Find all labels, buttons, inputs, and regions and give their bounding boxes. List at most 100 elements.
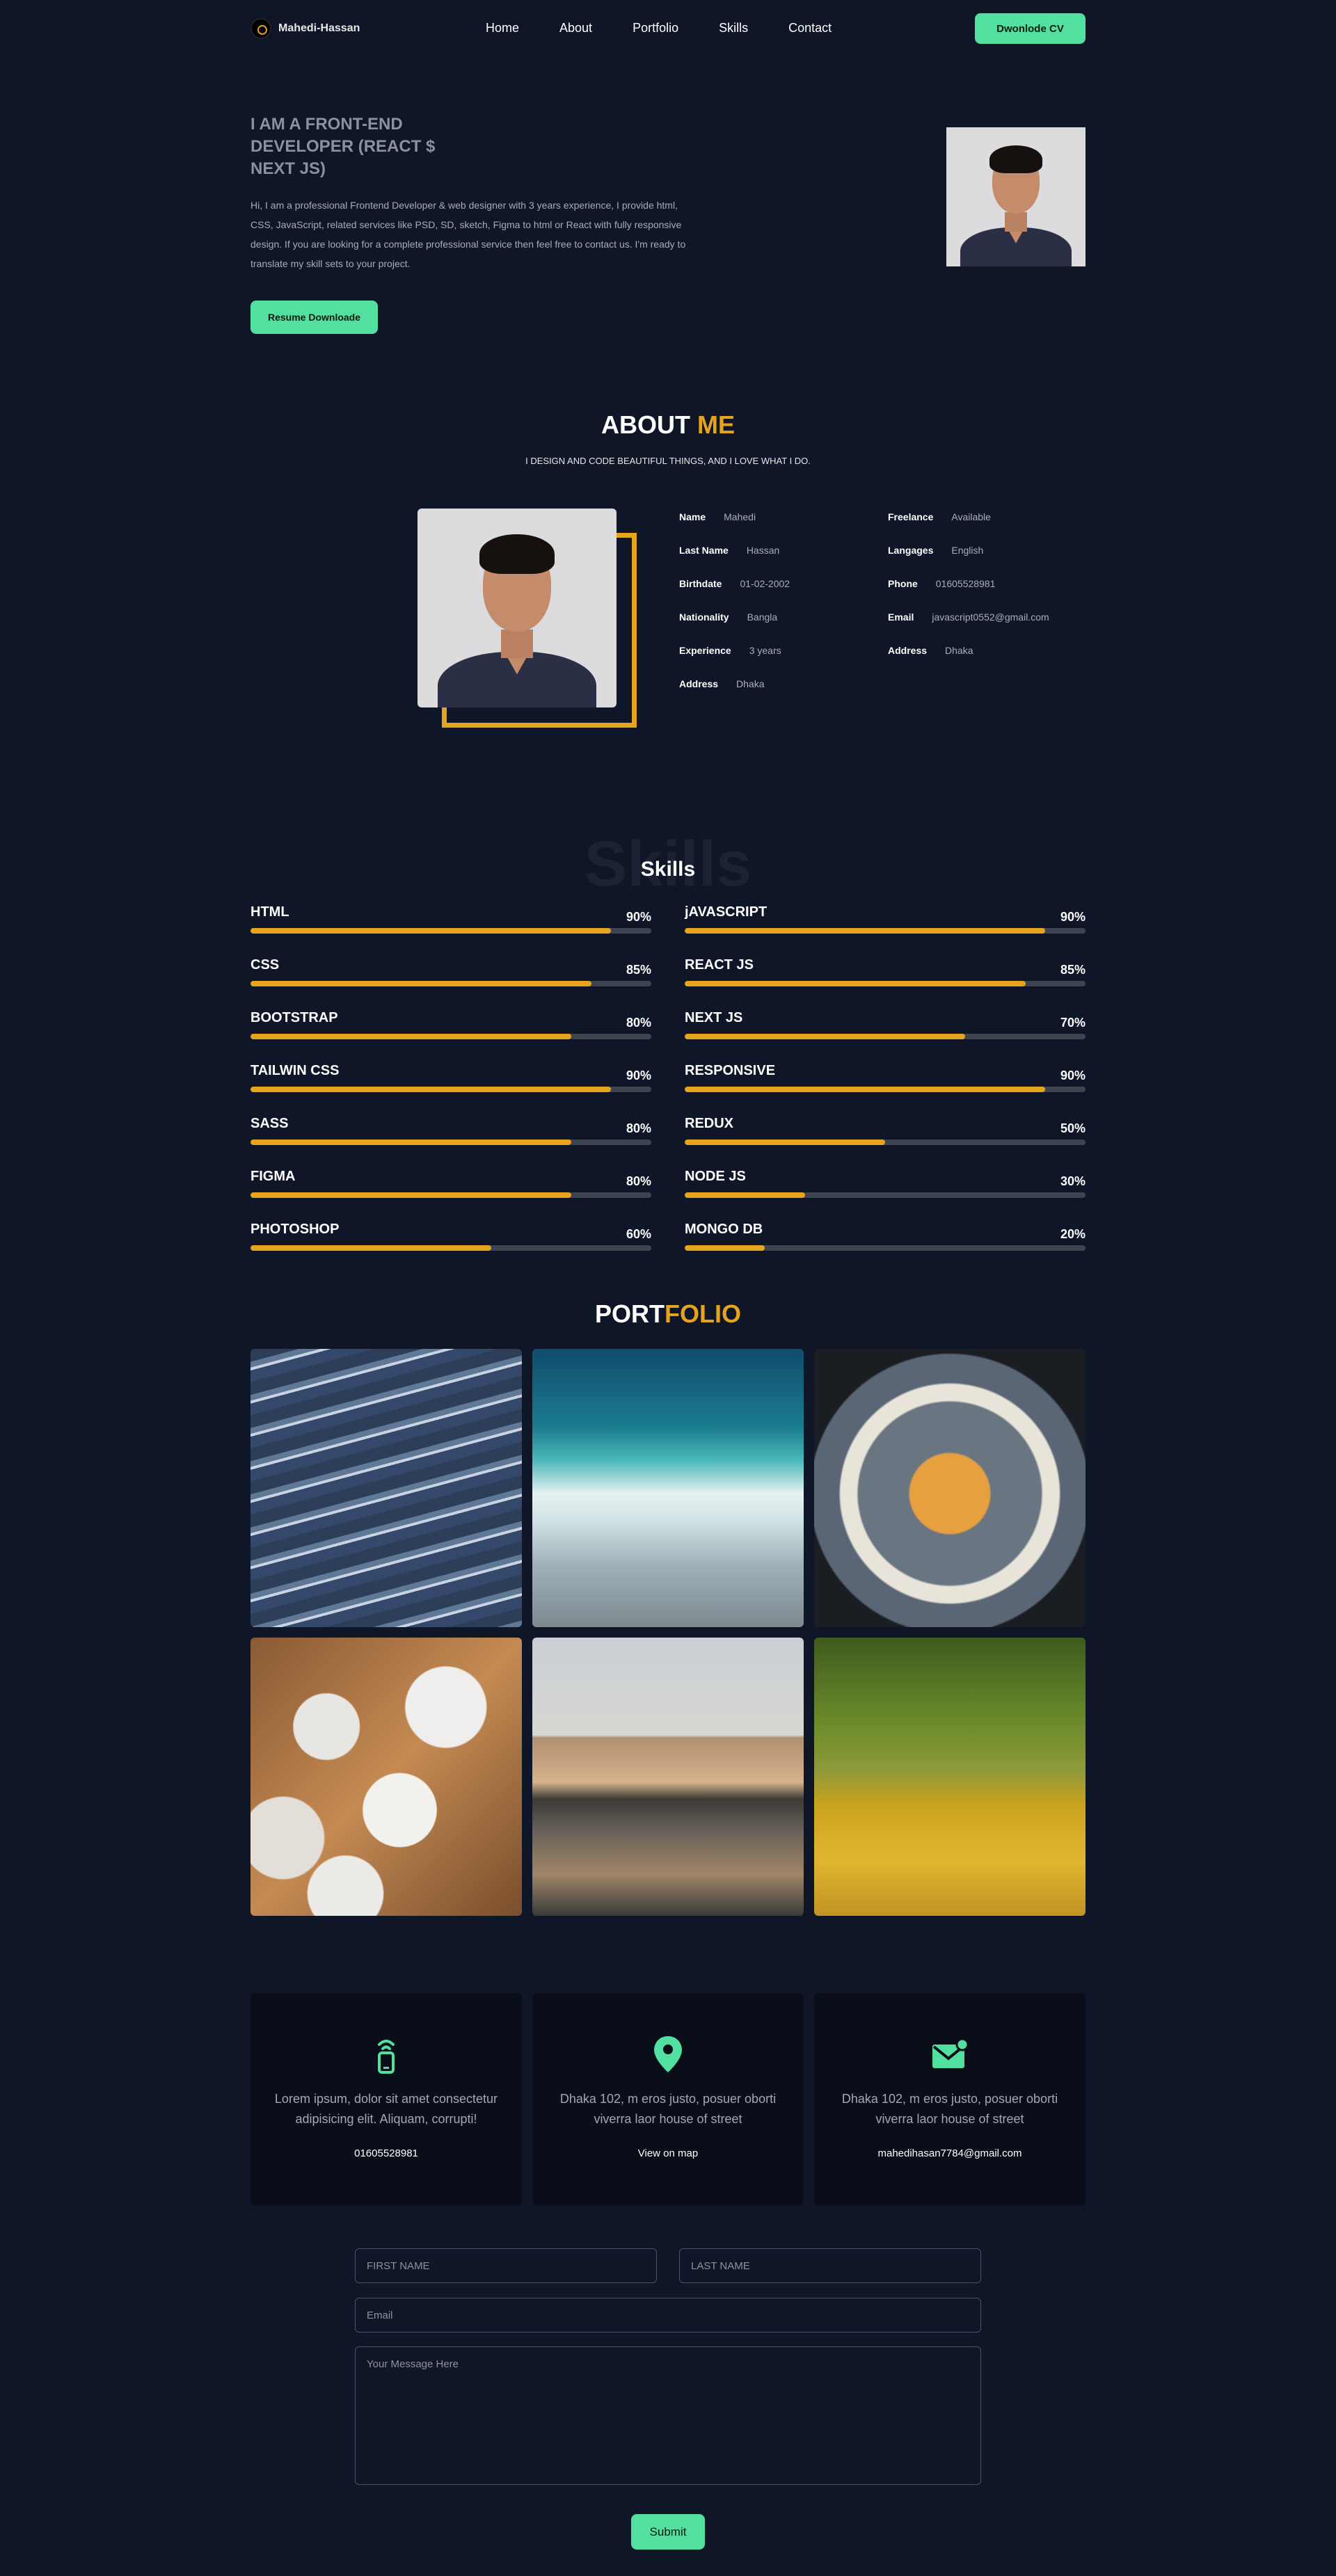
skill-progress-track: [685, 928, 1086, 934]
skill-progress-fill: [685, 1192, 805, 1198]
about-info-value: 3 years: [749, 645, 781, 656]
nav-link-contact[interactable]: Contact: [788, 21, 832, 35]
about-info-row: Email javascript0552@gmail.com: [888, 611, 1049, 623]
nav-link-skills[interactable]: Skills: [719, 21, 748, 35]
skill-item: FIGMA 80%: [250, 1169, 651, 1203]
logo-icon: [250, 18, 271, 39]
skill-percent: 20%: [1060, 1227, 1086, 1241]
about-info-row: Experience 3 years: [679, 645, 781, 656]
mail-icon: [814, 2035, 1086, 2074]
contact-email[interactable]: mahedihasan7784@gmail.com: [814, 2147, 1086, 2159]
skill-progress-fill: [250, 1245, 491, 1251]
portfolio-item-1[interactable]: [250, 1349, 522, 1627]
first-name-input[interactable]: [355, 2248, 657, 2283]
skills-title: Skills: [640, 858, 696, 881]
skill-name: TAILWIN CSS: [250, 1063, 340, 1078]
portfolio-item-4[interactable]: [250, 1638, 522, 1916]
about-info-row: Phone 01605528981: [888, 578, 995, 589]
portfolio-item-3[interactable]: [814, 1349, 1086, 1627]
skill-progress-track: [685, 981, 1086, 986]
skill-item: REDUX 50%: [685, 1116, 1086, 1151]
resume-download-button[interactable]: Resume Downloade: [250, 301, 378, 334]
portfolio-item-6[interactable]: [814, 1638, 1086, 1916]
skill-name: NEXT JS: [685, 1010, 743, 1025]
contact-card-email: Dhaka 102, m eros justo, posuer oborti v…: [814, 1993, 1086, 2205]
contact-card-location: Dhaka 102, m eros justo, posuer oborti v…: [532, 1993, 804, 2205]
skill-item: MONGO DB 20%: [685, 1222, 1086, 1256]
about-info-value: Available: [951, 511, 991, 522]
about-info-key: Nationality: [679, 611, 729, 623]
nav-links: Home About Portfolio Skills Contact: [486, 21, 872, 35]
about-info-key: Birthdate: [679, 578, 722, 589]
about-info-row: Address Dhaka: [679, 678, 765, 689]
about-info-row: Nationality Bangla: [679, 611, 777, 623]
brand[interactable]: Mahedi-Hassan: [250, 18, 360, 39]
nav-link-home[interactable]: Home: [486, 21, 519, 35]
about-info-key: Freelance: [888, 511, 934, 522]
skill-progress-fill: [685, 1034, 966, 1039]
hero-text: Hi, I am a professional Frontend Develop…: [250, 200, 686, 269]
about-info-key: Langages: [888, 545, 934, 556]
skill-progress-track: [250, 1192, 651, 1198]
contact-card-text: Dhaka 102, m eros justo, posuer oborti v…: [841, 2092, 1058, 2126]
skill-percent: 80%: [626, 1121, 651, 1135]
skill-name: jAVASCRIPT: [685, 904, 768, 920]
phone-signal-icon: [250, 2035, 522, 2074]
about-info-value: 01-02-2002: [740, 578, 790, 589]
last-name-input[interactable]: [679, 2248, 981, 2283]
skill-name: HTML: [250, 904, 289, 920]
skill-progress-fill: [685, 1245, 765, 1251]
skill-progress-track: [250, 1139, 651, 1145]
about-info-value: Dhaka: [945, 645, 973, 656]
portfolio-item-5[interactable]: [532, 1638, 804, 1916]
skill-progress-fill: [250, 928, 612, 934]
about-info-row: Address Dhaka: [888, 645, 973, 656]
skill-item: RESPONSIVE 90%: [685, 1063, 1086, 1098]
skill-item: NEXT JS 70%: [685, 1010, 1086, 1045]
message-textarea[interactable]: [355, 2346, 981, 2485]
about-info-value: 01605528981: [935, 578, 996, 589]
skill-name: RESPONSIVE: [685, 1063, 776, 1078]
skill-item: REACT JS 85%: [685, 957, 1086, 992]
portfolio-item-2[interactable]: [532, 1349, 804, 1627]
skill-percent: 85%: [626, 963, 651, 977]
view-on-map-link[interactable]: View on map: [532, 2147, 804, 2159]
about-info-key: Email: [888, 611, 914, 623]
skill-item: PHOTOSHOP 60%: [250, 1222, 651, 1256]
about-photo: [418, 509, 637, 728]
skill-progress-fill: [685, 928, 1046, 934]
skill-progress-track: [685, 1139, 1086, 1145]
skill-percent: 70%: [1060, 1016, 1086, 1030]
skill-item: CSS 85%: [250, 957, 651, 992]
skill-name: MONGO DB: [685, 1222, 763, 1237]
nav-link-portfolio[interactable]: Portfolio: [633, 21, 678, 35]
skill-progress-track: [250, 981, 651, 986]
about-info-row: Last Name Hassan: [679, 545, 779, 556]
skill-percent: 80%: [626, 1174, 651, 1188]
about-info-key: Address: [679, 678, 719, 689]
download-cv-button[interactable]: Dwonlode CV: [975, 13, 1086, 44]
skill-progress-track: [250, 1034, 651, 1039]
skill-progress-fill: [685, 1139, 885, 1145]
about-info-row: Name Mahedi: [679, 511, 756, 522]
skill-percent: 90%: [1060, 910, 1086, 924]
about-info-value: Bangla: [747, 611, 778, 623]
skill-progress-fill: [250, 1034, 571, 1039]
skill-name: SASS: [250, 1116, 289, 1131]
skill-progress-track: [250, 1087, 651, 1092]
skill-progress-track: [685, 1245, 1086, 1251]
skill-item: TAILWIN CSS 90%: [250, 1063, 651, 1098]
submit-button[interactable]: Submit: [631, 2514, 705, 2550]
about-info-key: Address: [888, 645, 928, 656]
contact-phone[interactable]: 01605528981: [250, 2147, 522, 2159]
skill-item: HTML 90%: [250, 904, 651, 939]
skill-name: REDUX: [685, 1116, 734, 1131]
about-info-key: Phone: [888, 578, 918, 589]
brand-name: Mahedi-Hassan: [278, 22, 360, 34]
skill-progress-fill: [250, 981, 591, 986]
email-input[interactable]: [355, 2298, 981, 2333]
skill-progress-fill: [685, 981, 1026, 986]
skill-progress-fill: [685, 1087, 1046, 1092]
nav-link-about[interactable]: About: [559, 21, 592, 35]
skill-percent: 90%: [1060, 1069, 1086, 1082]
